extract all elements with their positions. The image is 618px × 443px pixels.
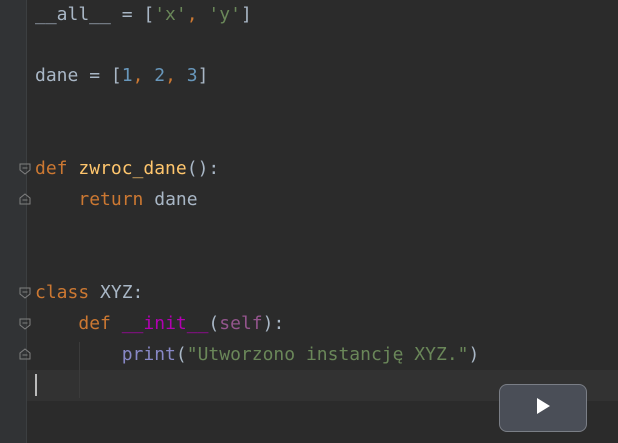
- operator: =: [110, 4, 144, 25]
- editor-gutter[interactable]: [0, 0, 27, 443]
- builtin-function: print: [121, 344, 176, 365]
- fold-open-icon[interactable]: [18, 162, 32, 176]
- string-literal: "Utworzono instancję XYZ.": [186, 344, 469, 365]
- text-caret: [35, 374, 37, 396]
- variable-name: __all__: [35, 4, 111, 25]
- code-line-dane[interactable]: dane = [1, 2, 3]: [35, 60, 208, 91]
- bracket: [: [143, 4, 155, 25]
- play-button[interactable]: [499, 384, 587, 432]
- bracket: ]: [197, 65, 209, 86]
- operator: =: [78, 65, 111, 86]
- paren: ): [468, 344, 480, 365]
- fold-open-icon[interactable]: [18, 317, 32, 331]
- fold-open-icon[interactable]: [18, 286, 32, 300]
- punctuation: ():: [186, 158, 220, 179]
- bracket: ]: [240, 4, 252, 25]
- variable-name: dane: [35, 65, 79, 86]
- function-name: zwroc_dane: [78, 158, 187, 179]
- code-line-all[interactable]: __all__ = ['x', 'y']: [35, 0, 252, 30]
- number-literal: 2: [154, 65, 166, 86]
- fold-close-icon[interactable]: [18, 192, 32, 206]
- play-icon: [534, 396, 552, 421]
- return-value: dane: [143, 189, 198, 210]
- paren: ):: [262, 313, 285, 334]
- keyword: def: [35, 158, 68, 179]
- string-literal: 'x': [154, 4, 187, 25]
- code-editor[interactable]: __all__ = ['x', 'y'] dane = [1, 2, 3] de…: [0, 0, 618, 443]
- magic-method-name: __init__: [121, 313, 209, 334]
- class-name: XYZ:: [89, 282, 144, 303]
- code-line-init[interactable]: def __init__(self):: [35, 308, 284, 339]
- keyword: class: [35, 282, 90, 303]
- code-line-return[interactable]: return dane: [35, 184, 198, 215]
- bracket: [: [110, 65, 122, 86]
- code-line-class[interactable]: class XYZ:: [35, 277, 143, 308]
- number-literal: 1: [121, 65, 133, 86]
- paren: (: [208, 313, 220, 334]
- separator: ,: [165, 65, 187, 86]
- separator: ,: [186, 4, 209, 25]
- fold-close-icon[interactable]: [18, 347, 32, 361]
- paren: (: [175, 344, 187, 365]
- code-line-def[interactable]: def zwroc_dane():: [35, 153, 219, 184]
- keyword: def: [78, 313, 111, 334]
- keyword: return: [78, 189, 144, 210]
- separator: ,: [132, 65, 155, 86]
- number-literal: 3: [186, 65, 198, 86]
- string-literal: 'y': [208, 4, 241, 25]
- code-line-print[interactable]: print("Utworzono instancję XYZ."): [35, 339, 480, 370]
- self-param: self: [219, 313, 263, 334]
